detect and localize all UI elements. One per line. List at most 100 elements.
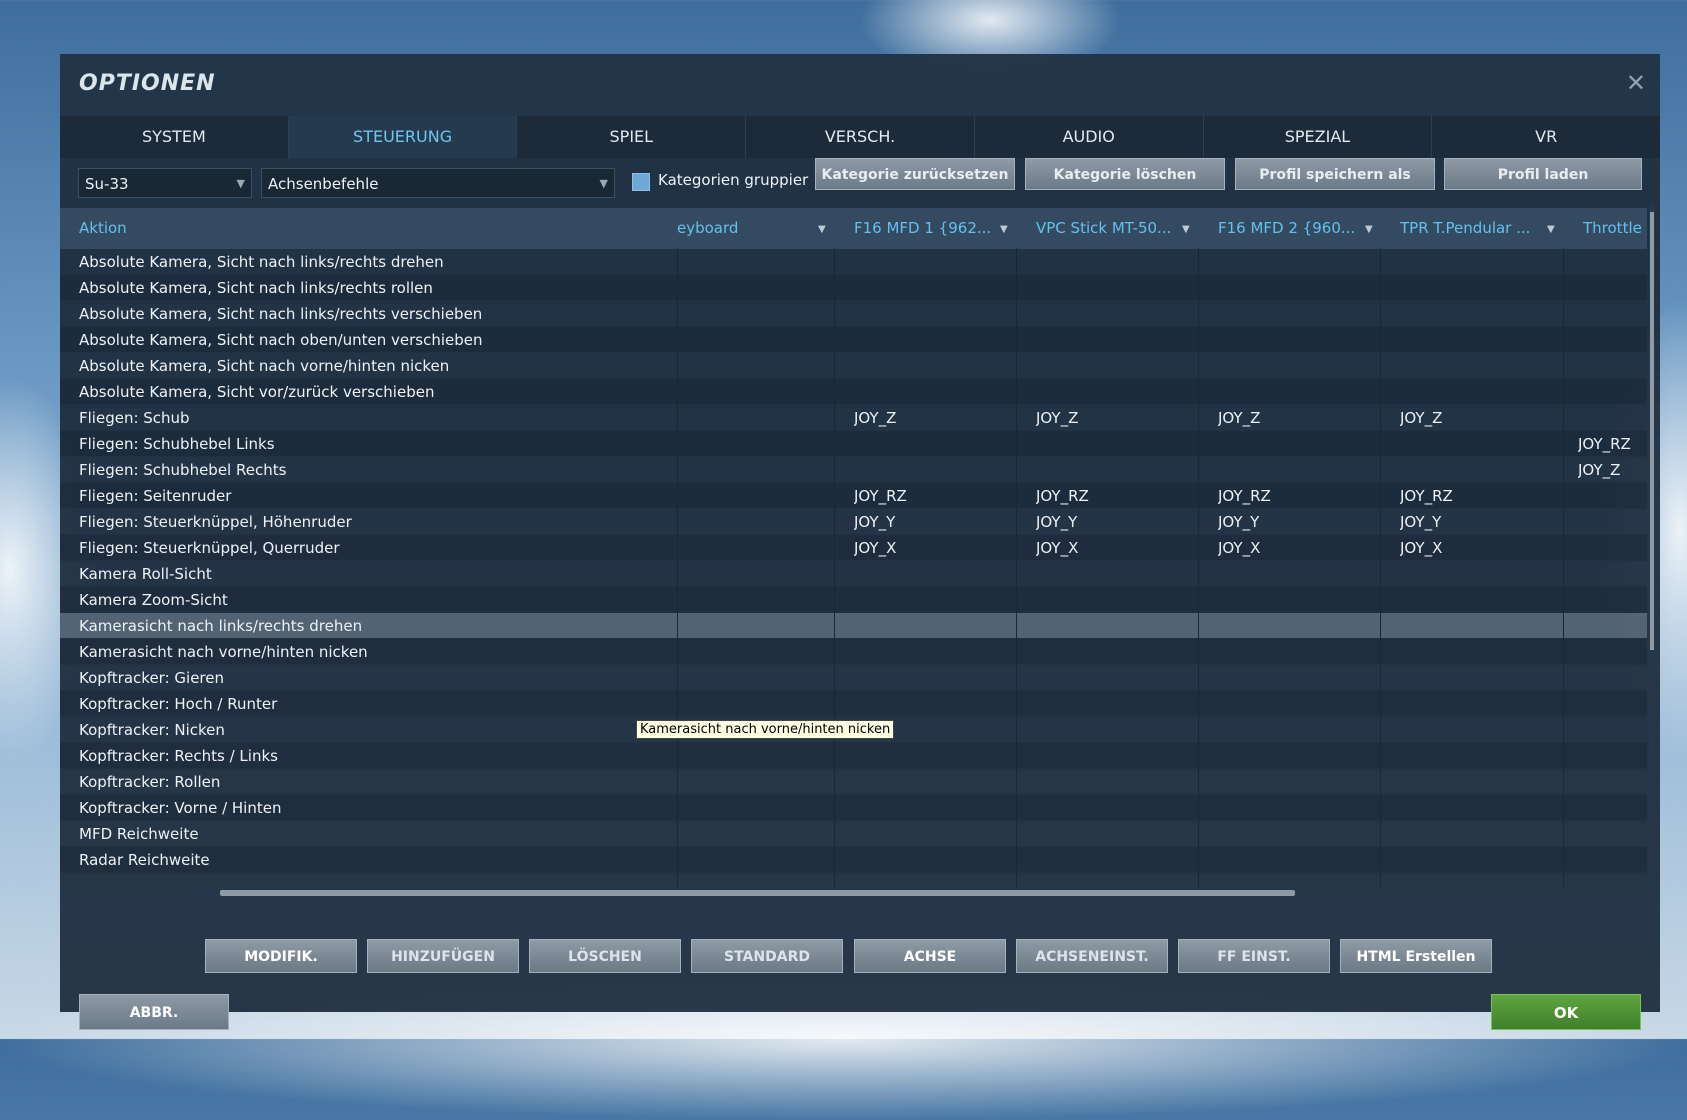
binding-cell[interactable] — [1218, 769, 1368, 795]
action-cell[interactable]: Kamerasicht nach vorne/hinten nicken — [79, 639, 669, 665]
table-row[interactable]: Fliegen: Schubhebel Links JOY_RZ — [60, 431, 1647, 457]
action-cell[interactable]: Absolute Kamera, Sicht nach links/rechts… — [79, 301, 669, 327]
table-row[interactable]: Kopftracker: Rollen — [60, 769, 1647, 795]
binding-cell[interactable] — [1036, 275, 1186, 301]
binding-cell[interactable] — [1400, 613, 1550, 639]
binding-cell[interactable] — [854, 301, 1004, 327]
action-cell[interactable]: Kopftracker: Rechts / Links — [79, 743, 669, 769]
binding-cell[interactable] — [1218, 379, 1368, 405]
action-cell[interactable]: Fliegen: Schubhebel Rechts — [79, 457, 669, 483]
binding-cell[interactable] — [1036, 717, 1186, 743]
binding-cell[interactable] — [1036, 743, 1186, 769]
binding-cell[interactable] — [1400, 327, 1550, 353]
binding-cell[interactable] — [1218, 821, 1368, 847]
vertical-scroll-thumb[interactable] — [1650, 212, 1654, 650]
tab-steuerung[interactable]: STEUERUNG — [288, 116, 518, 158]
table-row[interactable]: Kamerasicht nach links/rechts drehen — [60, 613, 1647, 639]
binding-cell[interactable] — [1578, 639, 1644, 665]
binding-cell[interactable] — [1578, 587, 1644, 613]
binding-cell[interactable] — [1400, 587, 1550, 613]
binding-cell[interactable] — [854, 639, 1004, 665]
action-cell[interactable]: Fliegen: Seitenruder — [79, 483, 669, 509]
binding-cell[interactable] — [1218, 691, 1368, 717]
action-cell[interactable]: Absolute Kamera, Sicht vor/zurück versch… — [79, 379, 669, 405]
binding-cell[interactable] — [1218, 587, 1368, 613]
binding-cell[interactable] — [1218, 665, 1368, 691]
binding-cell[interactable] — [854, 379, 1004, 405]
chevron-down-icon[interactable]: ▼ — [1365, 208, 1373, 251]
binding-cell[interactable] — [1400, 301, 1550, 327]
binding-cell[interactable] — [1218, 327, 1368, 353]
table-row[interactable]: Fliegen: Steuerknüppel, Höhenruder JOY_Y J… — [60, 509, 1647, 535]
table-row[interactable]: Absolute Kamera, Sicht nach vorne/hinten… — [60, 353, 1647, 379]
table-row[interactable]: Absolute Kamera, Sicht vor/zurück versch… — [60, 379, 1647, 405]
binding-cell[interactable]: JOY_RZ — [854, 483, 1004, 509]
binding-cell[interactable] — [1400, 769, 1550, 795]
tab-audio[interactable]: AUDIO — [975, 116, 1204, 158]
binding-cell[interactable] — [1036, 665, 1186, 691]
binding-cell[interactable] — [1578, 509, 1644, 535]
binding-cell[interactable] — [1218, 613, 1368, 639]
create-html-button[interactable]: HTML Erstellen — [1340, 939, 1492, 973]
binding-cell[interactable] — [1400, 275, 1550, 301]
table-row[interactable]: Kopftracker: Gieren — [60, 665, 1647, 691]
binding-cell[interactable] — [1578, 353, 1644, 379]
binding-cell[interactable] — [684, 587, 834, 613]
binding-cell[interactable] — [854, 691, 1004, 717]
binding-cell[interactable] — [1578, 535, 1644, 561]
action-cell[interactable]: MFD Reichweite — [79, 821, 669, 847]
binding-cell[interactable] — [1400, 821, 1550, 847]
binding-cell[interactable]: JOY_Z — [854, 405, 1004, 431]
category-select[interactable]: Achsenbefehle ▼ — [261, 168, 615, 198]
horizontal-scroll-thumb[interactable] — [220, 890, 1295, 896]
action-cell[interactable]: Kopftracker: Nicken — [79, 717, 669, 743]
table-row[interactable]: Absolute Kamera, Sicht nach oben/unten v… — [60, 327, 1647, 353]
binding-cell[interactable] — [684, 327, 834, 353]
binding-cell[interactable] — [1036, 639, 1186, 665]
binding-cell[interactable] — [1400, 379, 1550, 405]
binding-cell[interactable] — [1218, 795, 1368, 821]
binding-cell[interactable]: JOY_Z — [1578, 457, 1644, 483]
binding-cell[interactable] — [1036, 327, 1186, 353]
binding-cell[interactable] — [684, 743, 834, 769]
modify-button[interactable]: MODIFIK. — [205, 939, 357, 973]
table-row[interactable]: Kamera Roll-Sicht — [60, 561, 1647, 587]
binding-cell[interactable] — [854, 743, 1004, 769]
binding-cell[interactable] — [854, 561, 1004, 587]
binding-cell[interactable] — [1578, 847, 1644, 873]
binding-cell[interactable] — [684, 561, 834, 587]
binding-cell[interactable] — [854, 821, 1004, 847]
binding-cell[interactable] — [1036, 457, 1186, 483]
default-button[interactable]: STANDARD — [691, 939, 843, 973]
binding-cell[interactable] — [1218, 301, 1368, 327]
group-categories-checkbox[interactable] — [632, 173, 650, 191]
binding-cell[interactable] — [684, 379, 834, 405]
binding-cell[interactable] — [1218, 561, 1368, 587]
binding-cell[interactable] — [1036, 795, 1186, 821]
binding-cell[interactable] — [1578, 665, 1644, 691]
binding-cell[interactable] — [1400, 847, 1550, 873]
binding-cell[interactable]: JOY_RZ — [1578, 431, 1644, 457]
binding-cell[interactable] — [1218, 431, 1368, 457]
binding-cell[interactable]: JOY_X — [1400, 535, 1550, 561]
binding-cell[interactable]: JOY_Z — [1218, 405, 1368, 431]
cancel-button[interactable]: ABBR. — [79, 994, 229, 1030]
action-cell[interactable]: Kopftracker: Rollen — [79, 769, 669, 795]
binding-cell[interactable] — [1036, 821, 1186, 847]
table-row[interactable]: Absolute Kamera, Sicht nach links/rechts… — [60, 249, 1647, 275]
action-cell[interactable]: Absolute Kamera, Sicht nach links/rechts… — [79, 275, 669, 301]
binding-cell[interactable] — [854, 431, 1004, 457]
action-cell[interactable]: Absolute Kamera, Sicht nach links/rechts… — [79, 249, 669, 275]
action-cell[interactable]: Kamera Roll-Sicht — [79, 561, 669, 587]
action-cell[interactable]: Kopftracker: Hoch / Runter — [79, 691, 669, 717]
binding-cell[interactable] — [1578, 717, 1644, 743]
action-cell[interactable]: Absolute Kamera, Sicht nach oben/unten v… — [79, 327, 669, 353]
table-row[interactable]: Fliegen: Seitenruder JOY_RZ JOY_RZ JOY_RZ JO… — [60, 483, 1647, 509]
binding-cell[interactable] — [684, 431, 834, 457]
chevron-down-icon[interactable]: ▼ — [1547, 208, 1555, 251]
action-cell[interactable]: Fliegen: Schubhebel Links — [79, 431, 669, 457]
table-row[interactable]: Radar Reichweite — [60, 847, 1647, 873]
binding-cell[interactable]: JOY_RZ — [1400, 483, 1550, 509]
binding-cell[interactable] — [1036, 769, 1186, 795]
binding-cell[interactable] — [684, 275, 834, 301]
